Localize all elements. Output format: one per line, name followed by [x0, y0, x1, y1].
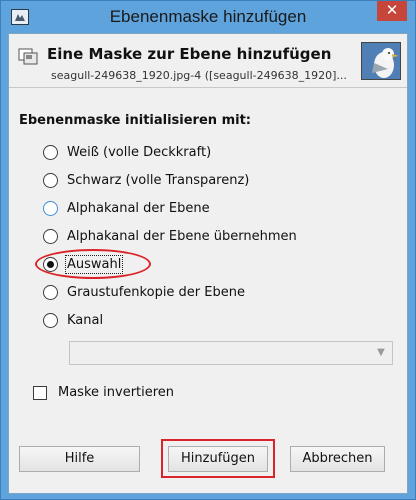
dialog-window: Ebenenmaske hinzufügen ✕ Eine Maske zur …	[0, 0, 416, 500]
invert-mask-option[interactable]: Maske invertieren	[33, 385, 174, 400]
radio-alpha[interactable]: Alphakanal der Ebene	[43, 198, 210, 218]
radio-alpha-label: Alphakanal der Ebene	[67, 200, 210, 216]
radio-button[interactable]	[43, 284, 58, 300]
window-title: Ebenenmaske hinzufügen	[109, 7, 307, 26]
invert-mask-checkbox[interactable]	[33, 385, 47, 400]
cancel-button[interactable]: Abbrechen	[290, 446, 385, 472]
radio-channel[interactable]: Kanal	[43, 310, 103, 330]
add-button[interactable]: Hinzufügen	[168, 446, 268, 472]
dialog-body: Eine Maske zur Ebene hinzufügen seagull-…	[8, 33, 408, 494]
radio-alpha-transfer[interactable]: Alphakanal der Ebene übernehmen	[43, 226, 297, 246]
image-subtitle: seagull-249638_1920.jpg-4 ([seagull-2496…	[51, 69, 347, 82]
channel-select[interactable]: ▼	[69, 341, 393, 365]
radio-button[interactable]	[43, 228, 58, 244]
radio-channel-label: Kanal	[67, 312, 104, 328]
layer-mask-icon	[17, 45, 39, 67]
title-bar[interactable]: Ebenenmaske hinzufügen ✕	[1, 1, 415, 33]
invert-mask-label: Maske invertieren	[58, 385, 175, 400]
dialog-heading: Eine Maske zur Ebene hinzufügen	[47, 45, 332, 63]
radio-button[interactable]	[43, 172, 58, 188]
radio-button[interactable]	[43, 200, 58, 216]
layer-thumbnail-image	[361, 42, 401, 80]
radio-black-label: Schwarz (volle Transparenz)	[67, 172, 250, 188]
close-button[interactable]: ✕	[377, 1, 407, 21]
chevron-down-icon[interactable]: ▼	[374, 346, 388, 360]
radio-white-label: Weiß (volle Deckkraft)	[67, 144, 212, 160]
dialog-header: Eine Maske zur Ebene hinzufügen seagull-…	[9, 34, 407, 88]
radio-button[interactable]	[43, 144, 58, 160]
help-button[interactable]: Hilfe	[19, 446, 140, 472]
radio-grayscale-label: Graustufenkopie der Ebene	[67, 284, 245, 300]
radio-white[interactable]: Weiß (volle Deckkraft)	[43, 142, 211, 162]
radio-black[interactable]: Schwarz (volle Transparenz)	[43, 170, 249, 190]
radio-button[interactable]	[43, 312, 58, 328]
init-section-label: Ebenenmaske initialisieren mit:	[19, 113, 251, 128]
radio-grayscale[interactable]: Graustufenkopie der Ebene	[43, 282, 245, 302]
radio-alpha-transfer-label: Alphakanal der Ebene übernehmen	[67, 228, 297, 244]
annotation-highlight-oval	[35, 249, 151, 279]
